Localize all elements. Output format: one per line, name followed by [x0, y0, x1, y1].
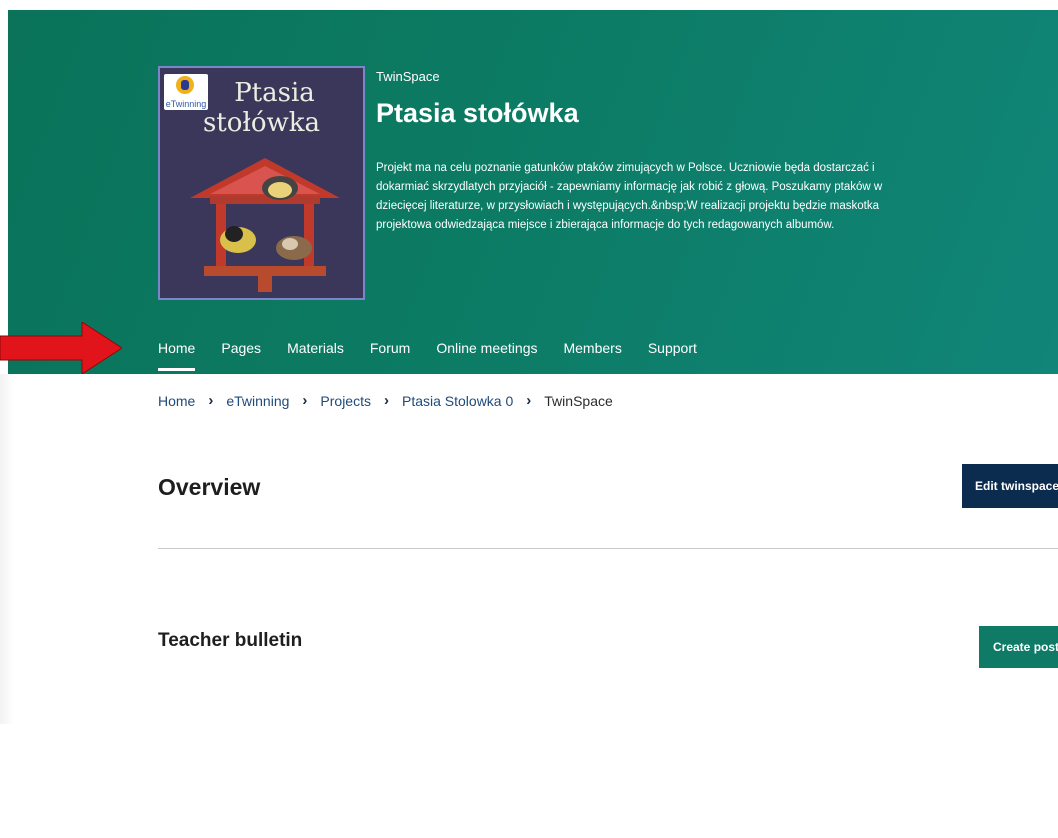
nav-item-members[interactable]: Members — [563, 340, 621, 374]
breadcrumb-etwinning[interactable]: eTwinning — [226, 393, 289, 409]
overview-heading: Overview — [158, 474, 261, 500]
breadcrumb: Home › eTwinning › Projects › Ptasia Sto… — [158, 392, 613, 409]
breadcrumb-projects[interactable]: Projects — [320, 393, 371, 409]
edit-twinspace-button[interactable]: Edit twinspace — [962, 464, 1058, 508]
chevron-right-icon: › — [526, 392, 532, 409]
page-title: Ptasia stołówka — [376, 98, 579, 128]
red-arrow-annotation-icon — [0, 322, 122, 374]
chevron-right-icon: › — [208, 392, 214, 409]
section-divider — [158, 548, 1058, 549]
left-edge-shadow — [0, 374, 14, 724]
nav-item-home[interactable]: Home — [158, 340, 196, 374]
breadcrumb-current: TwinSpace — [544, 392, 613, 409]
project-logo: eTwinning Ptasia stołówka — [158, 66, 365, 300]
logo-title: Ptasia stołówka — [160, 78, 363, 138]
breadcrumb-project[interactable]: Ptasia Stolowka 0 — [402, 393, 513, 409]
page: eTwinning Ptasia stołówka TwinSpace Ptas… — [0, 0, 1058, 838]
bird-feeder-illustration — [190, 158, 340, 292]
breadcrumb-home[interactable]: Home — [158, 393, 195, 409]
nav-item-forum[interactable]: Forum — [370, 340, 410, 374]
create-post-button[interactable]: Create post — [979, 626, 1058, 668]
nav-item-online-meetings[interactable]: Online meetings — [436, 340, 537, 374]
teacher-bulletin-heading: Teacher bulletin — [158, 630, 303, 651]
logo-title-line1: Ptasia — [234, 78, 315, 108]
chevron-right-icon: › — [302, 392, 308, 409]
chevron-right-icon: › — [383, 392, 389, 409]
twinspace-label: TwinSpace — [376, 69, 440, 84]
nav-item-support[interactable]: Support — [648, 340, 697, 374]
nav-item-materials[interactable]: Materials — [287, 340, 344, 374]
logo-title-line2: stołówka — [202, 108, 321, 138]
project-description: Projekt ma na celu poznanie gatunków pta… — [376, 162, 883, 231]
main-nav: Home Pages Materials Forum Online meetin… — [158, 340, 723, 374]
nav-item-pages[interactable]: Pages — [221, 340, 261, 374]
